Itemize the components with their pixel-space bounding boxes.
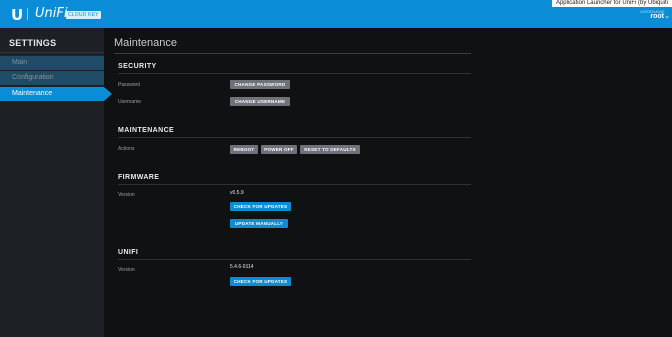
firmware-version-label: Version <box>118 192 135 198</box>
firmware-version-value: v0.5.9 <box>230 190 244 196</box>
security-divider <box>118 73 471 74</box>
ubiquiti-logo-icon[interactable]: U <box>11 6 23 24</box>
user-menu-name[interactable]: root <box>650 13 664 20</box>
sidebar: SETTINGS Main Configuration Maintenance <box>0 28 112 337</box>
maintenance-heading: MAINTENANCE <box>118 127 175 134</box>
sidebar-item-maintenance[interactable]: Maintenance <box>0 87 112 101</box>
firmware-divider <box>118 184 471 185</box>
password-label: Password <box>118 82 140 88</box>
change-username-button[interactable]: CHANGE USERNAME <box>230 97 290 106</box>
main-content: Maintenance SECURITY Password CHANGE PAS… <box>104 28 672 337</box>
sidebar-item-configuration[interactable]: Configuration <box>0 71 104 85</box>
page-title: Maintenance <box>114 37 177 49</box>
top-bar: U UniFi CLOUD KEY Application Launcher f… <box>0 0 672 28</box>
maintenance-divider <box>118 137 471 138</box>
unifi-version-label: Version <box>118 267 135 273</box>
unifi-logo[interactable]: UniFi <box>35 6 67 21</box>
reboot-button[interactable]: REBOOT <box>230 145 258 154</box>
username-label: Username <box>118 99 142 105</box>
sidebar-title: SETTINGS <box>9 38 57 48</box>
reset-to-defaults-button[interactable]: RESET TO DEFAULTS <box>300 145 360 154</box>
change-password-button[interactable]: CHANGE PASSWORD <box>230 80 290 89</box>
logo-divider <box>27 8 28 20</box>
update-manually-button[interactable]: UPDATE MANUALLY <box>230 219 288 228</box>
unifi-version-value: 5.4.6-9114 <box>230 264 254 270</box>
unifi-divider <box>118 259 471 260</box>
title-divider <box>114 53 471 54</box>
sidebar-divider <box>0 52 104 53</box>
sidebar-item-main[interactable]: Main <box>0 56 104 70</box>
cloud-key-badge: CLOUD KEY <box>66 11 101 19</box>
firmware-heading: FIRMWARE <box>118 174 160 181</box>
power-off-button[interactable]: POWER OFF <box>261 145 297 154</box>
unifi-check-updates-button[interactable]: CHECK FOR UPDATES <box>230 277 291 286</box>
launcher-tooltip: Application Launcher for UniFi (by Ubiqu… <box>551 0 672 7</box>
actions-label: Actions <box>118 146 135 152</box>
security-heading: SECURITY <box>118 63 157 70</box>
chevron-down-icon[interactable]: ⌄ <box>664 12 670 20</box>
unifi-heading: UNIFI <box>118 249 139 256</box>
firmware-check-updates-button[interactable]: CHECK FOR UPDATES <box>230 202 291 211</box>
